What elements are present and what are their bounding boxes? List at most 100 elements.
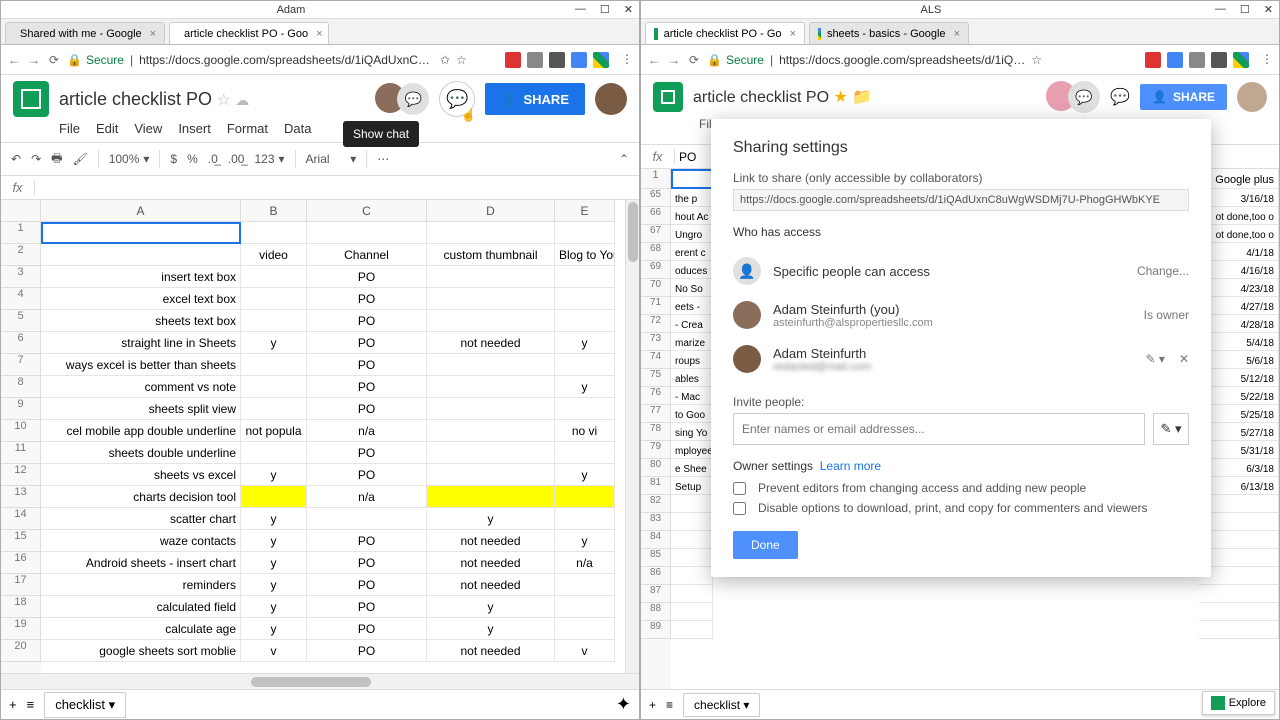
cell[interactable]: 4/16/18 (1199, 261, 1279, 279)
learn-more-link[interactable]: Learn more (820, 459, 881, 473)
cell[interactable]: y (241, 530, 307, 552)
cell[interactable]: calculate age (41, 618, 241, 640)
print-icon[interactable]: 🖶 (51, 149, 62, 170)
row-header[interactable]: 14 (1, 508, 41, 530)
cell[interactable]: n/a (307, 486, 427, 508)
row-header[interactable]: 2 (1, 244, 41, 266)
cell[interactable]: sheets double underline (41, 442, 241, 464)
row-header[interactable]: 13 (1, 486, 41, 508)
cell[interactable] (671, 585, 713, 603)
cell[interactable]: not needed (427, 574, 555, 596)
reload-icon[interactable]: ⟳ (47, 53, 61, 67)
row-header[interactable]: 9 (1, 398, 41, 420)
cell[interactable]: y (241, 574, 307, 596)
cell[interactable] (1199, 513, 1279, 531)
change-access-link[interactable]: Change... (1137, 264, 1189, 278)
cell[interactable]: PO (307, 332, 427, 354)
cell[interactable] (241, 398, 307, 420)
cell[interactable]: 4/28/18 (1199, 315, 1279, 333)
explore-button[interactable]: Explore (1202, 691, 1275, 715)
cell[interactable]: 5/27/18 (1199, 423, 1279, 441)
cell[interactable]: the p (671, 189, 713, 207)
row-header[interactable]: 1 (1, 222, 41, 244)
show-chat-button[interactable]: 💬 ☝ (439, 81, 475, 117)
cell[interactable]: custom thumbnail (427, 244, 555, 266)
permission-pencil-icon[interactable]: ✎ ▾ (1146, 352, 1165, 366)
cell[interactable]: PO (307, 398, 427, 420)
row-header[interactable]: 7 (1, 354, 41, 376)
row-header[interactable]: 19 (1, 618, 41, 640)
maximize-icon[interactable]: ☐ (600, 3, 610, 16)
cell[interactable] (427, 442, 555, 464)
cell[interactable] (555, 222, 615, 244)
cell[interactable]: 3/16/18 (1199, 189, 1279, 207)
tab-shared-with-me[interactable]: Shared with me - Google × (5, 22, 165, 44)
row-header[interactable]: 6 (1, 332, 41, 354)
cell[interactable] (427, 288, 555, 310)
cell[interactable]: Setup (671, 477, 713, 495)
menu-file[interactable]: File (59, 121, 80, 136)
url-text[interactable]: https://docs.google.com/spreadsheets/d/1… (139, 53, 430, 67)
cell[interactable]: 4/1/18 (1199, 243, 1279, 261)
currency-button[interactable]: $ (170, 152, 177, 166)
cell[interactable]: PO (307, 266, 427, 288)
star-icon[interactable]: ☆ (217, 92, 231, 109)
cell[interactable] (241, 310, 307, 332)
cell[interactable]: y (555, 464, 615, 486)
cell[interactable]: y (427, 508, 555, 530)
disable-download-checkbox[interactable] (733, 502, 746, 515)
menu-format[interactable]: Format (227, 121, 268, 136)
cell[interactable]: Channel (307, 244, 427, 266)
font-select[interactable]: Arial ▾ (306, 152, 357, 166)
cell[interactable]: ables (671, 369, 713, 387)
cell[interactable]: to Goo (671, 405, 713, 423)
tab-sheets-basics[interactable]: sheets - basics - Google × (809, 22, 969, 44)
cell[interactable]: y (427, 596, 555, 618)
column-header[interactable]: D (427, 200, 555, 222)
cell[interactable] (241, 354, 307, 376)
cell[interactable]: straight line in Sheets (41, 332, 241, 354)
sheets-logo-icon[interactable] (653, 82, 683, 112)
tab-article-checklist[interactable]: article checklist PO - Go × (645, 22, 805, 44)
add-sheet-icon[interactable]: + (649, 698, 656, 712)
tab-close-icon[interactable]: × (150, 28, 156, 40)
cell[interactable] (671, 513, 713, 531)
cell[interactable]: roups (671, 351, 713, 369)
cell[interactable] (555, 354, 615, 376)
percent-button[interactable]: % (187, 152, 198, 166)
cell[interactable] (671, 531, 713, 549)
cell[interactable]: y (555, 332, 615, 354)
cell[interactable] (241, 222, 307, 244)
minimize-icon[interactable]: — (575, 3, 586, 16)
cell[interactable] (555, 288, 615, 310)
cell[interactable]: 6/3/18 (1199, 459, 1279, 477)
sheet-tab-checklist[interactable]: checklist ▾ (683, 693, 760, 717)
star-icon[interactable]: ★ (834, 89, 848, 106)
cell[interactable]: Google plus (1199, 169, 1279, 189)
cell[interactable]: mployee (671, 441, 713, 459)
cell[interactable]: ot done,too o (1199, 225, 1279, 243)
cell[interactable] (41, 222, 241, 244)
extension-icon[interactable] (1145, 52, 1161, 68)
extension-icon[interactable] (1167, 52, 1183, 68)
cell[interactable] (1199, 531, 1279, 549)
reload-icon[interactable]: ⟳ (687, 53, 701, 67)
share-link-input[interactable]: https://docs.google.com/spreadsheets/d/1… (733, 189, 1189, 211)
cell[interactable]: cel mobile app double underline (41, 420, 241, 442)
cell[interactable]: erent c (671, 243, 713, 261)
cell[interactable] (241, 376, 307, 398)
extension-icon[interactable] (593, 52, 609, 68)
close-icon[interactable]: ✕ (624, 3, 633, 16)
forward-icon[interactable]: → (667, 53, 681, 67)
menu-icon[interactable]: ⋮ (1261, 52, 1273, 68)
cell[interactable]: waze contacts (41, 530, 241, 552)
cell[interactable]: PO (307, 574, 427, 596)
dec-less-button[interactable]: .0̲ (208, 152, 218, 166)
cell[interactable] (1199, 549, 1279, 567)
cell[interactable]: 5/22/18 (1199, 387, 1279, 405)
cell[interactable]: oduces (671, 261, 713, 279)
extension-icon[interactable] (1189, 52, 1205, 68)
number-format-select[interactable]: 123 ▾ (254, 152, 284, 166)
more-toolbar-icon[interactable]: ⋯ (377, 152, 389, 166)
tab-article-checklist[interactable]: article checklist PO - Goo × (169, 22, 329, 44)
